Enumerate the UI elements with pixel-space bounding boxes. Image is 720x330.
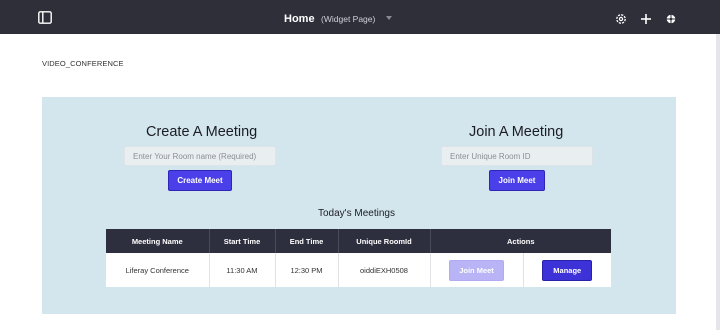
top-bar: Home (Widget Page) <box>0 0 720 34</box>
manage-action-cell: Manage <box>523 253 611 287</box>
room-id-cell: oiddiEXH0508 <box>338 253 431 287</box>
join-meeting-heading: Join A Meeting <box>469 124 564 140</box>
column-header-actions: Actions <box>430 229 611 253</box>
end-time-cell: 12:30 PM <box>275 253 339 287</box>
row-join-meet-button[interactable]: Join Meet <box>449 259 504 281</box>
column-header-meeting-name: Meeting Name <box>106 229 210 253</box>
meeting-name-cell: Liferay Conference <box>106 253 210 287</box>
todays-meetings-heading: Today's Meetings <box>318 208 395 219</box>
settings-icon[interactable] <box>615 13 627 25</box>
sidebar-toggle-icon[interactable] <box>38 11 52 24</box>
create-meeting-heading: Create A Meeting <box>146 124 258 140</box>
simulation-icon[interactable] <box>665 13 677 25</box>
join-meet-button[interactable]: Join Meet <box>489 170 545 191</box>
column-header-end-time: End Time <box>275 229 339 253</box>
page-subtitle: (Widget Page) <box>321 14 376 24</box>
create-meet-button[interactable]: Create Meet <box>168 170 232 191</box>
start-time-cell: 11:30 AM <box>209 253 276 287</box>
table-row: Liferay Conference 11:30 AM 12:30 PM oid… <box>106 253 611 287</box>
plus-icon[interactable] <box>640 13 652 25</box>
join-action-cell: Join Meet <box>430 253 524 287</box>
page-title-area[interactable]: Home (Widget Page) <box>284 9 392 27</box>
room-name-input[interactable] <box>124 146 276 166</box>
portlet-title: VIDEO_CONFERENCE <box>42 59 124 68</box>
manage-button[interactable]: Manage <box>542 259 593 281</box>
column-header-room-id: Unique RoomId <box>338 229 431 253</box>
chevron-down-icon[interactable] <box>385 15 392 20</box>
meetings-table: Meeting Name Start Time End Time Unique … <box>106 229 611 287</box>
room-id-input[interactable] <box>441 146 593 166</box>
table-header-row: Meeting Name Start Time End Time Unique … <box>106 229 611 253</box>
page-title: Home <box>284 13 315 25</box>
scrollbar[interactable] <box>716 34 720 330</box>
column-header-start-time: Start Time <box>209 229 276 253</box>
